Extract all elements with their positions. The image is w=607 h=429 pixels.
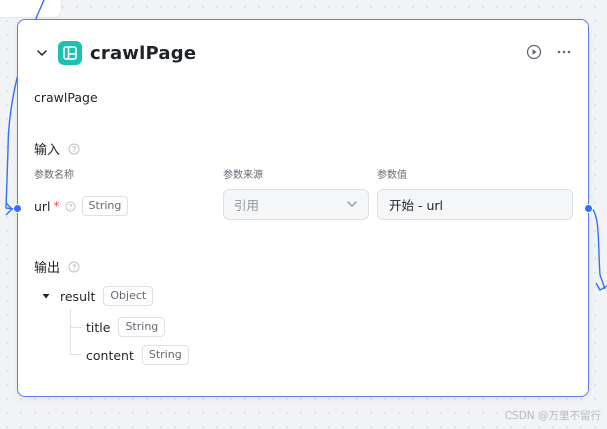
help-circle-icon[interactable]	[68, 143, 80, 155]
output-tree-child: content String	[86, 345, 189, 365]
output-field-type-tag: String	[118, 317, 166, 337]
input-param-row: url * String	[34, 196, 129, 216]
layout-icon	[58, 41, 82, 65]
output-field-type-tag: String	[141, 345, 189, 365]
column-label-param-name: 参数名称	[34, 170, 74, 181]
output-section-header: 输出	[34, 257, 80, 276]
required-mark: *	[53, 199, 60, 213]
output-port-handle[interactable]	[584, 204, 593, 213]
param-value-field[interactable]: 开始 - url	[377, 189, 573, 220]
output-tree-root: result Object	[40, 286, 154, 306]
incoming-edge-arrow	[5, 202, 13, 216]
node-card-crawlpage[interactable]: crawlPage crawlPage 输入 参数名称 参数来源 参数值 url…	[17, 19, 589, 397]
tree-guide-line	[70, 354, 82, 355]
param-source-value: 引用	[234, 198, 260, 213]
column-label-param-source: 参数来源	[223, 170, 263, 181]
play-circle-icon[interactable]	[526, 44, 542, 60]
chevron-down-icon	[346, 195, 358, 214]
input-port-handle[interactable]	[13, 204, 22, 213]
input-section-header: 输入	[34, 139, 80, 158]
watermark: CSDN @万里不留行	[504, 410, 601, 422]
param-value-text: 开始 - url	[389, 198, 443, 213]
upstream-node-card[interactable]	[0, 0, 62, 18]
outgoing-edge	[591, 208, 606, 290]
output-field-name: title	[86, 319, 111, 335]
tree-guide-line	[70, 327, 82, 328]
param-type-tag: String	[81, 196, 129, 216]
input-section-title: 输入	[34, 143, 61, 158]
output-field-type-tag: Object	[103, 286, 154, 306]
help-circle-icon[interactable]	[68, 261, 80, 273]
chevron-down-icon[interactable]	[34, 45, 50, 61]
node-header: crawlPage	[34, 39, 572, 67]
param-name: url	[34, 198, 51, 214]
tree-guide-line	[70, 309, 71, 354]
help-circle-icon[interactable]	[65, 200, 76, 212]
output-section-title: 输出	[34, 261, 61, 276]
caret-down-icon[interactable]	[40, 290, 52, 302]
output-field-name: content	[86, 347, 134, 363]
node-title[interactable]: crawlPage	[90, 43, 196, 64]
header-actions	[526, 44, 572, 60]
output-tree-child: title String	[86, 317, 166, 337]
output-field-name: result	[60, 288, 96, 304]
param-source-select[interactable]: 引用	[223, 189, 369, 220]
column-label-param-value: 参数值	[377, 170, 407, 181]
more-horizontal-icon[interactable]	[556, 44, 572, 60]
outgoing-edge-arrow	[595, 282, 607, 291]
node-description: crawlPage	[34, 90, 98, 105]
